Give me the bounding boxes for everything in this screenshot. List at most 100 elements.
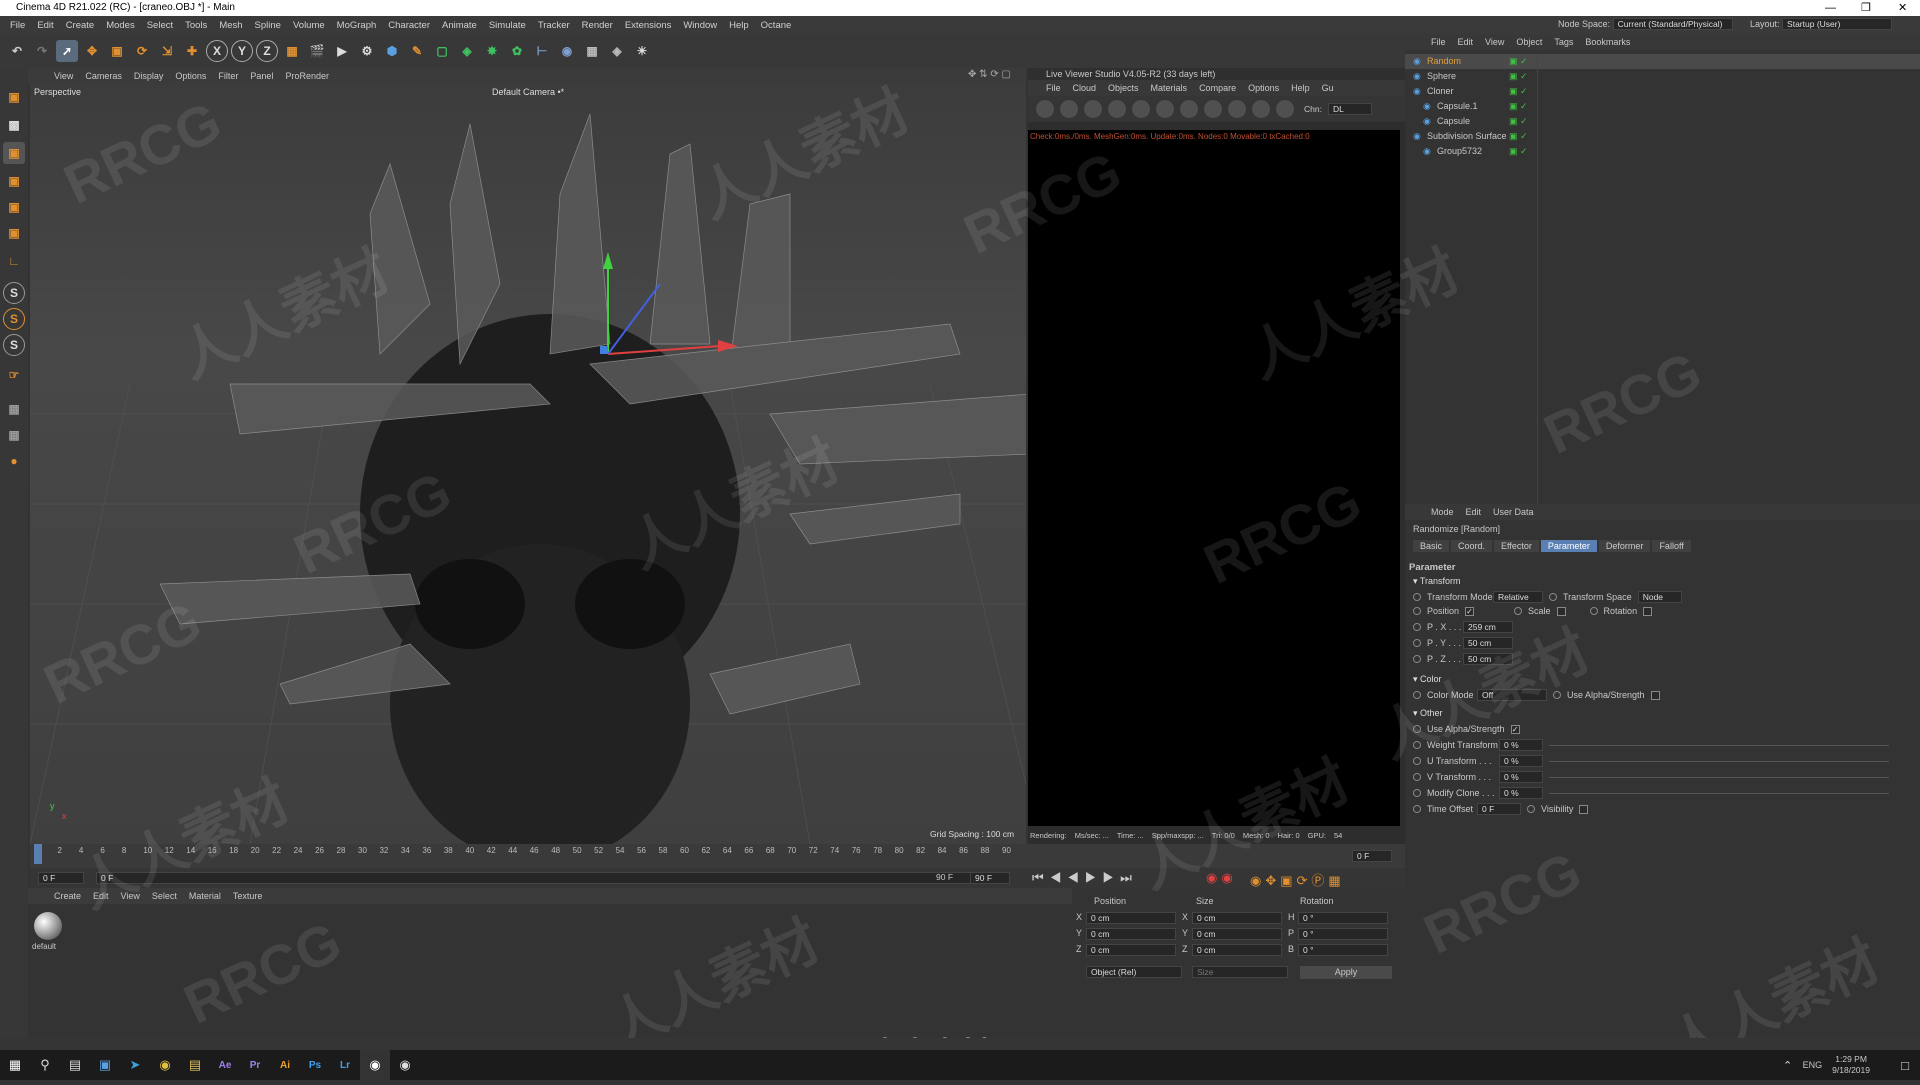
clock[interactable]: 1:29 PM 9/18/2019 [1832, 1054, 1870, 1076]
rot-b-field[interactable]: 0 ° [1298, 944, 1388, 956]
timeline[interactable]: 0246810121416182022242628303234363840424… [30, 844, 1026, 868]
tweak-icon[interactable]: ☞ [3, 364, 25, 386]
size-x-field[interactable]: 0 cm [1192, 912, 1282, 924]
edges-mode-icon[interactable]: ▣ [3, 196, 25, 218]
rotation-checkbox[interactable] [1643, 606, 1653, 616]
notifications-icon[interactable]: □ [1890, 1050, 1920, 1080]
snap-settings-icon[interactable]: S [3, 308, 25, 330]
viewport[interactable]: Perspective Default Camera •* y x Grid S… [30, 84, 1026, 844]
color-mode-select[interactable]: Off [1477, 689, 1547, 701]
viewport-menu-cameras[interactable]: Cameras [79, 71, 128, 81]
menu-item-volume[interactable]: Volume [287, 20, 331, 31]
visibility-radio[interactable] [1527, 805, 1535, 813]
visibility-check-icon[interactable]: ▣ ✓ [1509, 69, 1528, 84]
time-radio[interactable] [1413, 805, 1421, 813]
app-icon[interactable]: ◉ [390, 1050, 420, 1080]
use-alpha-radio[interactable] [1553, 691, 1561, 699]
visibility-check-icon[interactable]: ▣ ✓ [1509, 144, 1528, 159]
coord-system-icon[interactable]: ▦ [281, 40, 303, 62]
object-row[interactable]: ◉ Group5732 ▣ ✓ [1405, 144, 1920, 159]
menu-item-file[interactable]: File [4, 20, 31, 31]
redo-icon[interactable]: ↷ [31, 40, 53, 62]
object-row[interactable]: ◉ Sphere ▣ ✓ [1405, 69, 1920, 84]
object-row[interactable]: ◉ Cloner ▣ ✓ [1405, 84, 1920, 99]
transform-mode-radio[interactable] [1413, 593, 1421, 601]
material-menu-create[interactable]: Create [48, 891, 87, 901]
px-field[interactable]: 259 cm [1463, 621, 1513, 633]
lv-lock-icon[interactable] [1156, 100, 1174, 118]
scale-alt-icon[interactable]: ⇲ [156, 40, 178, 62]
lv-view-icon[interactable] [1204, 100, 1222, 118]
v-field[interactable]: 0 % [1499, 771, 1543, 783]
menu-item-help[interactable]: Help [723, 20, 755, 31]
object-row[interactable]: ◉ Capsule.1 ▣ ✓ [1405, 99, 1920, 114]
object-menu-tags[interactable]: Tags [1548, 37, 1579, 47]
record-buttons[interactable]: ◉◉ [1206, 870, 1237, 886]
x-axis-button[interactable]: X [206, 40, 228, 62]
object-row[interactable]: ◉ Random ▣ ✓ [1405, 54, 1920, 69]
snap-icon[interactable]: S [3, 282, 25, 304]
weight-slider[interactable] [1549, 744, 1889, 746]
pos-x-field[interactable]: 0 cm [1086, 912, 1176, 924]
axis-icon[interactable]: ∟ [3, 250, 25, 272]
explorer-icon[interactable]: ▤ [180, 1050, 210, 1080]
menu-item-animate[interactable]: Animate [436, 20, 483, 31]
material-thumbnail[interactable] [34, 912, 62, 940]
object-menu-edit[interactable]: Edit [1452, 37, 1480, 47]
attr-menu-user-data[interactable]: User Data [1487, 507, 1540, 517]
menu-item-character[interactable]: Character [382, 20, 436, 31]
menu-item-create[interactable]: Create [60, 20, 101, 31]
pos-z-field[interactable]: 0 cm [1086, 944, 1176, 956]
tab-deformer[interactable]: Deformer [1598, 540, 1651, 552]
cloner-icon[interactable]: ◈ [456, 40, 478, 62]
lock-workplane-icon[interactable]: ▦ [3, 424, 25, 446]
modify-radio[interactable] [1413, 789, 1421, 797]
py-field[interactable]: 50 cm [1463, 637, 1513, 649]
transform-section[interactable]: ▾ Transform [1413, 576, 1461, 587]
lv-menu-objects[interactable]: Objects [1102, 83, 1145, 93]
after-effects-icon[interactable]: Ae [210, 1050, 240, 1080]
py-radio[interactable] [1413, 639, 1421, 647]
use-alpha-checkbox[interactable] [1650, 690, 1660, 700]
timeline-playhead[interactable] [34, 844, 42, 864]
lv-menu-gu[interactable]: Gu [1316, 83, 1340, 93]
pz-radio[interactable] [1413, 655, 1421, 663]
coord-mode-select[interactable]: Object (Rel) [1086, 966, 1182, 978]
object-menu-object[interactable]: Object [1510, 37, 1548, 47]
pos-y-field[interactable]: 0 cm [1086, 928, 1176, 940]
px-radio[interactable] [1413, 623, 1421, 631]
viewport-menu-panel[interactable]: Panel [244, 71, 279, 81]
lv-region-icon[interactable] [1108, 100, 1126, 118]
lv-settings-icon[interactable] [1036, 100, 1054, 118]
visibility-check-icon[interactable]: ▣ ✓ [1509, 129, 1528, 144]
sculpt-icon[interactable]: ● [3, 450, 25, 472]
u-radio[interactable] [1413, 757, 1421, 765]
menu-item-simulate[interactable]: Simulate [483, 20, 532, 31]
rotate-tool-icon[interactable]: ⟳ [131, 40, 153, 62]
position-radio[interactable] [1413, 607, 1421, 615]
move-tool-icon[interactable]: ✥ [81, 40, 103, 62]
chrome-icon[interactable]: ◉ [150, 1050, 180, 1080]
tab-basic[interactable]: Basic [1413, 540, 1450, 552]
attr-menu-edit[interactable]: Edit [1460, 507, 1488, 517]
material-menu-edit[interactable]: Edit [87, 891, 115, 901]
menu-item-octane[interactable]: Octane [755, 20, 798, 31]
color-mode-radio[interactable] [1413, 691, 1421, 699]
lv-pin-icon[interactable] [1252, 100, 1270, 118]
lv-menu-file[interactable]: File [1040, 83, 1067, 93]
render-region-icon[interactable]: 🎬 [306, 40, 328, 62]
time-field[interactable]: 0 F [1477, 803, 1521, 815]
playback-buttons[interactable]: ⏮◀◀▶▶⏭ [1032, 870, 1138, 886]
start-frame-field[interactable]: 0 F [38, 872, 84, 884]
viewport-menu-options[interactable]: Options [169, 71, 212, 81]
rot-h-field[interactable]: 0 ° [1298, 912, 1388, 924]
modify-field[interactable]: 0 % [1499, 787, 1543, 799]
close-button[interactable]: ✕ [1898, 0, 1907, 16]
lv-menu-materials[interactable]: Materials [1145, 83, 1194, 93]
transform-mode-select[interactable]: Relative [1493, 591, 1543, 603]
telegram-icon[interactable]: ➤ [120, 1050, 150, 1080]
material-menu-select[interactable]: Select [146, 891, 183, 901]
end-frame-field[interactable]: 0 F [1352, 850, 1392, 862]
max-frame-field[interactable]: 90 F [970, 872, 1010, 884]
points-mode-icon[interactable]: ▣ [3, 170, 25, 192]
